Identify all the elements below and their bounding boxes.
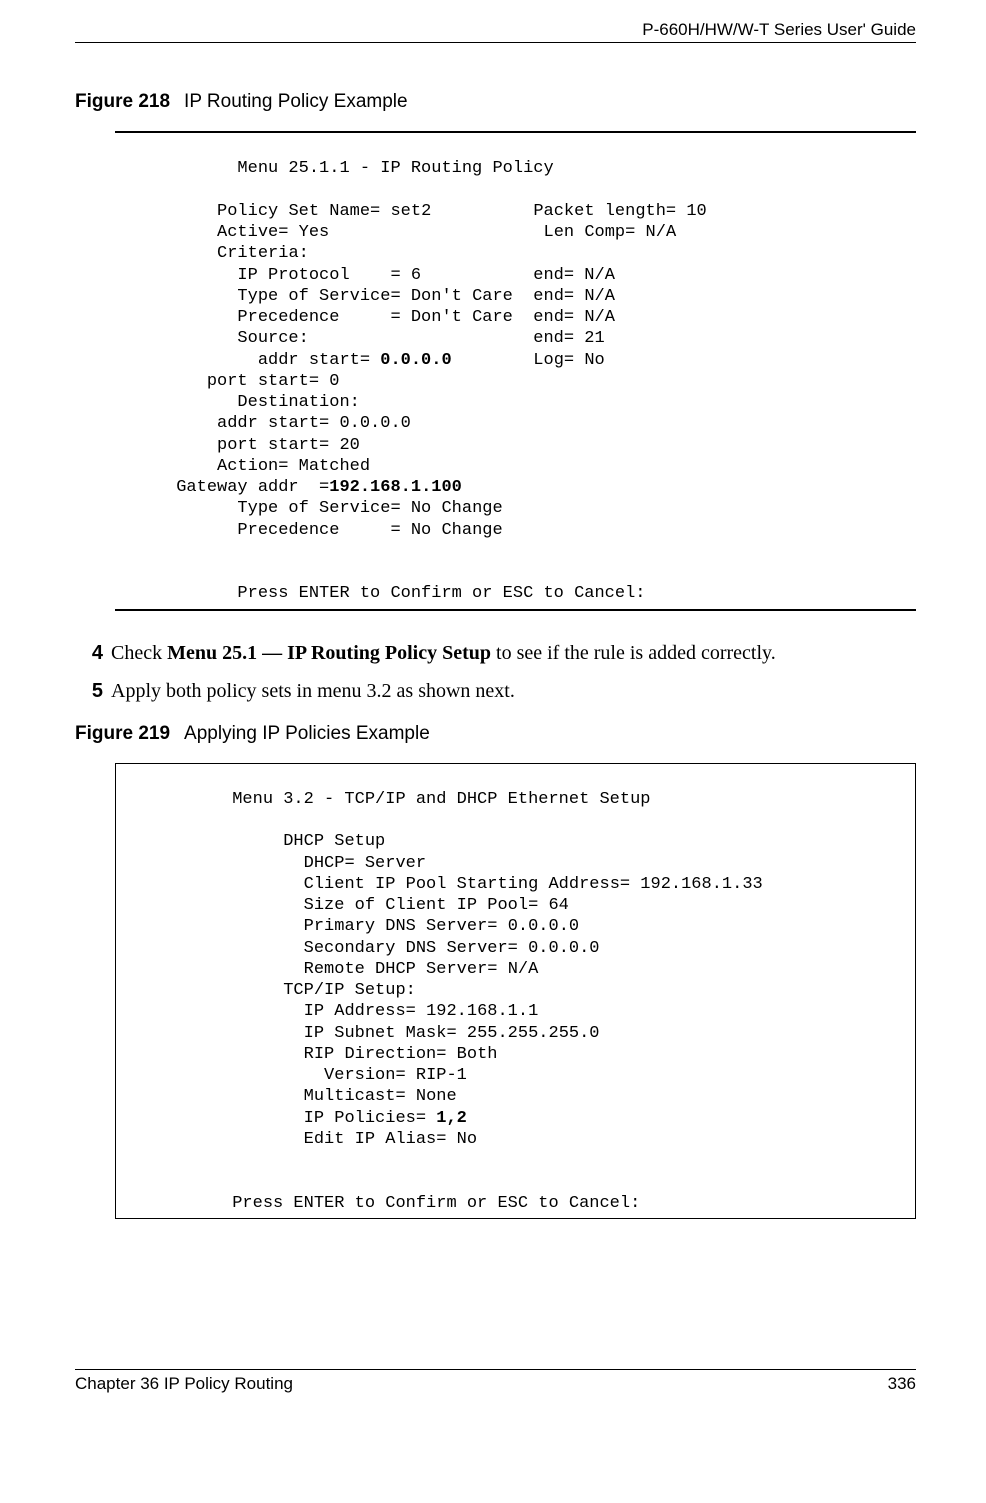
tos-value: Don't Care	[411, 287, 513, 306]
dhcp-value: Server	[365, 854, 426, 873]
menu-title: Menu 25.1.1 - IP Routing Policy	[237, 159, 553, 178]
step-4-pre: Check	[111, 642, 167, 664]
rip-dir-label: RIP Direction=	[304, 1045, 447, 1064]
pool-size-label: Size of Client IP Pool=	[304, 896, 539, 915]
step-4-num: 4	[75, 639, 103, 667]
ip-protocol-value: 6	[411, 266, 421, 285]
rip-dir-value: Both	[457, 1045, 498, 1064]
fig219-prompt: Press ENTER to Confirm or ESC to Cancel:	[232, 1194, 640, 1213]
prec-label: Precedence =	[237, 308, 400, 327]
source-end-value: 21	[584, 329, 604, 348]
ip-protocol-label: IP Protocol =	[237, 266, 400, 285]
len-comp-label: Len Comp=	[544, 223, 636, 242]
footer-chapter: Chapter 36 IP Policy Routing	[75, 1374, 293, 1394]
figure-218-title: IP Routing Policy Example	[184, 91, 408, 112]
version-label: Version=	[324, 1066, 406, 1085]
footer-page: 336	[888, 1374, 916, 1394]
multicast-value: None	[416, 1087, 457, 1106]
footer-rule	[75, 1369, 916, 1370]
client-ip-value: 192.168.1.33	[640, 875, 762, 894]
fig218-prompt: Press ENTER to Confirm or ESC to Cancel:	[237, 584, 645, 603]
step-4-text: Check Menu 25.1 — IP Routing Policy Setu…	[111, 639, 916, 667]
client-ip-label: Client IP Pool Starting Address=	[304, 875, 630, 894]
action-prec-value: No Change	[411, 521, 503, 540]
dst-addr-start-label: addr start=	[217, 414, 329, 433]
ip-protocol-end-value: N/A	[584, 266, 615, 285]
ip-addr-label: IP Address=	[304, 1002, 416, 1021]
active-label: Active=	[217, 223, 288, 242]
action-value: Matched	[299, 457, 370, 476]
log-label: Log=	[533, 351, 574, 370]
ip-policies-label: IP Policies=	[304, 1109, 426, 1128]
criteria-label: Criteria:	[217, 244, 309, 263]
ip-addr-value: 192.168.1.1	[426, 1002, 538, 1021]
action-label: Action=	[217, 457, 288, 476]
sec-dns-label: Secondary DNS Server=	[304, 939, 518, 958]
header-guide-title: P-660H/HW/W-T Series User' Guide	[75, 20, 916, 40]
src-port-start-label: port start=	[207, 372, 319, 391]
policy-set-name-value: set2	[390, 202, 431, 221]
figure-218-caption: Figure 218 IP Routing Policy Example	[75, 91, 916, 113]
active-value: Yes	[299, 223, 330, 242]
step-4-bold: Menu 25.1 — IP Routing Policy Setup	[167, 642, 491, 664]
menu32-title: Menu 3.2 - TCP/IP and DHCP Ethernet Setu…	[232, 790, 650, 809]
source-label: Source:	[237, 329, 308, 348]
tos-end-value: N/A	[584, 287, 615, 306]
gateway-addr-value: 192.168.1.100	[329, 478, 462, 497]
multicast-label: Multicast=	[304, 1087, 406, 1106]
action-tos-value: No Change	[411, 499, 503, 518]
tos-end-label: end=	[533, 287, 574, 306]
remote-dhcp-label: Remote DHCP Server=	[304, 960, 498, 979]
src-port-start-value: 0	[329, 372, 339, 391]
action-prec-label: Precedence =	[237, 521, 400, 540]
pri-dns-label: Primary DNS Server=	[304, 917, 498, 936]
version-value: RIP-1	[416, 1066, 467, 1085]
prec-value: Don't Care	[411, 308, 513, 327]
edit-alias-value: No	[457, 1130, 477, 1149]
dhcp-setup-label: DHCP Setup	[283, 832, 385, 851]
remote-dhcp-value: N/A	[508, 960, 539, 979]
subnet-label: IP Subnet Mask=	[304, 1024, 457, 1043]
source-end-label: end=	[533, 329, 574, 348]
packet-length-label: Packet length=	[533, 202, 676, 221]
src-addr-start-label: addr start=	[258, 351, 370, 370]
footer: Chapter 36 IP Policy Routing 336	[75, 1374, 916, 1394]
figure-219-terminal: Menu 3.2 - TCP/IP and DHCP Ethernet Setu…	[115, 763, 916, 1219]
figure-219-caption: Figure 219 Applying IP Policies Example	[75, 723, 916, 745]
step-5-text: Apply both policy sets in menu 3.2 as sh…	[111, 677, 916, 705]
dst-port-start-value: 20	[339, 436, 359, 455]
pri-dns-value: 0.0.0.0	[508, 917, 579, 936]
log-value: No	[584, 351, 604, 370]
pool-size-value: 64	[548, 896, 568, 915]
figure-219-title: Applying IP Policies Example	[184, 723, 430, 744]
len-comp-value: N/A	[646, 223, 677, 242]
packet-length-value: 10	[686, 202, 706, 221]
ip-protocol-end-label: end=	[533, 266, 574, 285]
action-tos-label: Type of Service=	[237, 499, 400, 518]
dst-addr-start-value: 0.0.0.0	[339, 414, 410, 433]
tos-label: Type of Service=	[237, 287, 400, 306]
src-addr-start-value: 0.0.0.0	[380, 351, 451, 370]
policy-set-name-label: Policy Set Name=	[217, 202, 380, 221]
sec-dns-value: 0.0.0.0	[528, 939, 599, 958]
destination-label: Destination:	[237, 393, 359, 412]
header-rule	[75, 42, 916, 43]
prec-end-label: end=	[533, 308, 574, 327]
step-4: 4 Check Menu 25.1 — IP Routing Policy Se…	[75, 639, 916, 667]
step-4-post: to see if the rule is added correctly.	[491, 642, 776, 664]
step-5: 5 Apply both policy sets in menu 3.2 as …	[75, 677, 916, 705]
figure-218-terminal: Menu 25.1.1 - IP Routing Policy Policy S…	[115, 131, 916, 611]
gateway-addr-label: Gateway addr =	[176, 478, 329, 497]
tcpip-setup-label: TCP/IP Setup:	[283, 981, 416, 1000]
dst-port-start-label: port start=	[217, 436, 329, 455]
ip-policies-value: 1,2	[436, 1109, 467, 1128]
subnet-value: 255.255.255.0	[467, 1024, 600, 1043]
dhcp-label: DHCP=	[304, 854, 355, 873]
prec-end-value: N/A	[584, 308, 615, 327]
edit-alias-label: Edit IP Alias=	[304, 1130, 447, 1149]
figure-218-label: Figure 218	[75, 91, 170, 112]
figure-219-label: Figure 219	[75, 723, 170, 744]
step-5-num: 5	[75, 677, 103, 705]
step-list: 4 Check Menu 25.1 — IP Routing Policy Se…	[75, 639, 916, 705]
